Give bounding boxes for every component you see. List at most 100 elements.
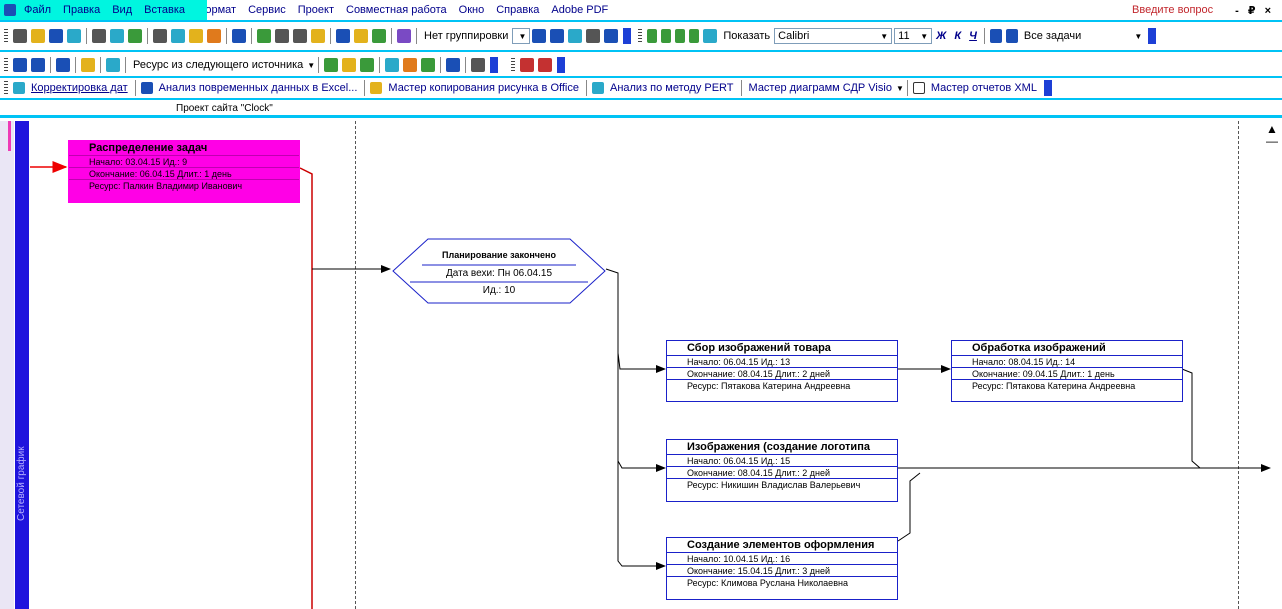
copy-picture-icon[interactable]: [586, 29, 601, 43]
resource-usage-icon[interactable]: [324, 58, 339, 72]
link-tasks-icon[interactable]: [275, 29, 289, 43]
resource-allocation-icon[interactable]: [342, 58, 357, 72]
task-node-13[interactable]: Сбор изображений товара Начало: 06.04.15…: [666, 340, 898, 402]
toolbar-options-chevron[interactable]: [623, 28, 632, 44]
toolbar-grip[interactable]: [4, 58, 8, 72]
chevron-down-icon[interactable]: ▼: [307, 61, 315, 70]
assign-icon[interactable]: [81, 58, 95, 72]
copy-picture-office-button[interactable]: Мастер копирования рисунка в Office: [384, 82, 583, 94]
zoom-in-icon[interactable]: [532, 29, 547, 43]
split-controls[interactable]: ▲ —: [1264, 123, 1280, 153]
font-select[interactable]: Calibri ▼: [774, 28, 893, 44]
network-diagram-canvas[interactable]: Сетевой график Распределение задач Начал…: [0, 121, 1282, 609]
menu-file[interactable]: Файл: [18, 4, 57, 16]
tasks-filter[interactable]: Все задачи: [1020, 30, 1085, 42]
task-node-15[interactable]: Изображения (создание логотипа Начало: 0…: [666, 439, 898, 502]
toolbar-grip[interactable]: [4, 29, 8, 43]
pert-analysis-button[interactable]: Анализ по методу PERT: [606, 82, 738, 94]
sort-icon[interactable]: [403, 58, 418, 72]
split-task-icon[interactable]: [311, 29, 325, 43]
task-node-14[interactable]: Обработка изображений Начало: 08.04.15 И…: [951, 340, 1183, 402]
scroll-to-task-icon[interactable]: [568, 29, 583, 43]
xml-report-wizard-button[interactable]: Мастер отчетов XML: [927, 82, 1041, 94]
menu-collaborate[interactable]: Совместная работа: [340, 4, 453, 16]
gantt-icon[interactable]: [13, 58, 27, 72]
milestone-node-10[interactable]: Планирование закончено Дата вехи: Пн 06.…: [392, 238, 606, 304]
bold-button[interactable]: Ж: [932, 30, 950, 42]
assign-resources-icon[interactable]: [372, 29, 386, 43]
open-icon[interactable]: [31, 29, 45, 43]
menu-tools[interactable]: Сервис: [242, 4, 292, 16]
toolbar-options-chevron[interactable]: [1043, 80, 1052, 96]
grouping-label[interactable]: Нет группировки: [420, 30, 512, 42]
toolbar-options-chevron[interactable]: [490, 57, 499, 73]
window-controls[interactable]: - ₽ ×: [1235, 4, 1274, 17]
resource-source-button[interactable]: Ресурс из следующего источника: [129, 59, 307, 71]
find-icon[interactable]: [471, 58, 486, 72]
share-resources-icon[interactable]: [106, 58, 120, 72]
menu-adobe-pdf[interactable]: Adobe PDF: [545, 4, 614, 16]
toolbar-grip[interactable]: [638, 29, 643, 43]
toolbar-grip[interactable]: [511, 58, 516, 72]
resource-graph-icon[interactable]: [56, 58, 70, 72]
font-size-select[interactable]: 11 ▼: [894, 28, 933, 44]
group-icon[interactable]: [385, 58, 400, 72]
task-title: Распределение задач: [69, 141, 299, 156]
paste-icon[interactable]: [189, 29, 203, 43]
publish-icon[interactable]: [397, 29, 411, 43]
save-icon[interactable]: [49, 29, 63, 43]
outdent-icon[interactable]: [661, 29, 672, 43]
italic-button[interactable]: К: [950, 30, 965, 42]
task-info-icon[interactable]: [336, 29, 350, 43]
indent-icon[interactable]: [647, 29, 658, 43]
pdf-email-icon[interactable]: [538, 58, 553, 72]
toolbar-options-chevron[interactable]: [557, 57, 566, 73]
align-center-icon[interactable]: [1005, 29, 1018, 43]
app-icon[interactable]: [4, 4, 16, 16]
help-icon[interactable]: [604, 29, 619, 43]
hide-subtasks-icon[interactable]: [689, 29, 700, 43]
resource-sheet-icon[interactable]: [31, 58, 45, 72]
chevron-down-icon[interactable]: ▼: [896, 84, 904, 93]
ask-question-box[interactable]: Введите вопрос: [1132, 4, 1213, 16]
filter-dropdown[interactable]: ▼: [1105, 28, 1146, 44]
format-painter-icon[interactable]: [207, 29, 221, 43]
level-resources-icon[interactable]: [360, 58, 375, 72]
task-finish: Окончание: 08.04.15 Длит.: 2 дней: [667, 368, 897, 380]
new-icon[interactable]: [13, 29, 27, 43]
permission-icon[interactable]: [67, 29, 81, 43]
underline-button[interactable]: Ч: [965, 30, 981, 42]
show-subtasks-icon[interactable]: [675, 29, 686, 43]
insert-hyperlink-icon[interactable]: [257, 29, 271, 43]
undo-icon[interactable]: [232, 29, 246, 43]
cut-icon[interactable]: [153, 29, 167, 43]
filter-icon[interactable]: [446, 58, 461, 72]
spelling-icon[interactable]: [128, 29, 142, 43]
task-notes-icon[interactable]: [354, 29, 368, 43]
copy-icon[interactable]: [171, 29, 185, 43]
toolbar-options-chevron[interactable]: [1148, 28, 1157, 44]
task-node-9[interactable]: Распределение задач Начало: 03.04.15 Ид.…: [68, 140, 300, 203]
print-icon[interactable]: [92, 29, 106, 43]
task-node-16[interactable]: Создание элементов оформления Начало: 10…: [666, 537, 898, 600]
align-left-icon[interactable]: [989, 29, 1002, 43]
show-icon[interactable]: [703, 29, 718, 43]
show-button[interactable]: Показать: [719, 30, 774, 42]
visio-wbs-wizard-button[interactable]: Мастер диаграмм СДР Visio: [745, 82, 896, 94]
menu-help[interactable]: Справка: [490, 4, 545, 16]
unlink-tasks-icon[interactable]: [293, 29, 307, 43]
outline-icon[interactable]: [421, 58, 436, 72]
timescaled-data-excel-button[interactable]: Анализ повременных данных в Excel...: [155, 82, 362, 94]
print-preview-icon[interactable]: [110, 29, 124, 43]
menu-project[interactable]: Проект: [292, 4, 340, 16]
pdf-create-icon[interactable]: [520, 58, 535, 72]
toolbar-grip[interactable]: [4, 81, 8, 95]
menu-window[interactable]: Окно: [453, 4, 491, 16]
grouping-dropdown[interactable]: ▼: [512, 28, 531, 44]
zoom-out-icon[interactable]: [550, 29, 565, 43]
menu-edit[interactable]: Правка: [57, 4, 106, 16]
menu-insert[interactable]: Вставка: [138, 4, 191, 16]
split-bar-icon[interactable]: —: [1264, 135, 1280, 147]
menu-view[interactable]: Вид: [106, 4, 138, 16]
adjust-dates-button[interactable]: Корректировка дат: [27, 82, 132, 94]
